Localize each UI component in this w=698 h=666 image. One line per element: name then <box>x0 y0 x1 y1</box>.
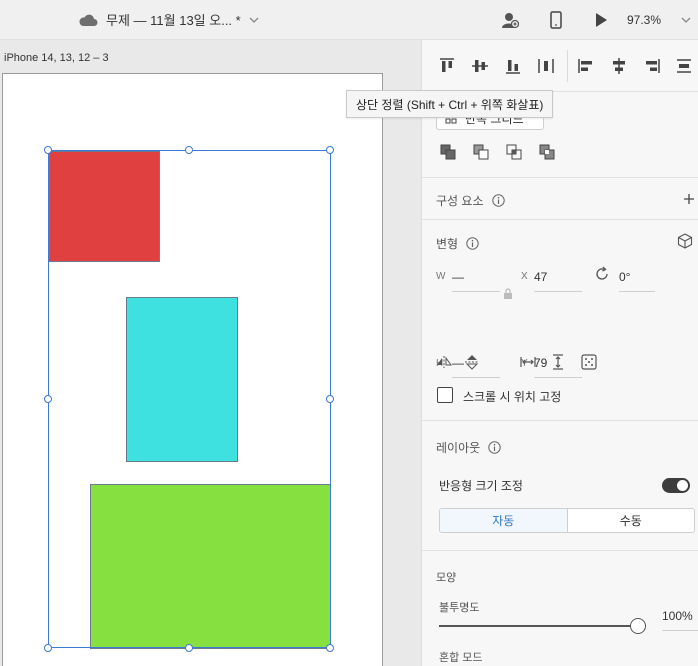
zoom-dropdown[interactable]: 97.3% <box>622 8 698 32</box>
layout-header: 레이아웃 <box>436 439 501 456</box>
appearance-title: 모양 <box>436 572 457 584</box>
layout-section: 레이아웃 반응형 크기 조정 자동 수동 <box>422 421 698 551</box>
top-bar: 무제 — 11월 13일 오... * 97.3% <box>0 0 698 40</box>
boolean-intersect-icon[interactable] <box>505 143 523 161</box>
boolean-exclude-icon[interactable] <box>538 143 556 161</box>
responsive-resize-label: 반응형 크기 조정 <box>439 479 523 493</box>
lock-aspect-icon[interactable] <box>499 285 517 303</box>
field-underline <box>452 377 500 378</box>
mode-auto-button[interactable]: 자동 <box>440 509 568 532</box>
align-left-icon[interactable] <box>575 56 597 76</box>
x-field[interactable]: 47 <box>534 270 547 284</box>
field-underline <box>534 377 582 378</box>
rotation-field[interactable]: 0° <box>619 270 630 284</box>
boolean-subtract-icon[interactable] <box>472 143 490 161</box>
document-title: 무제 — 11월 13일 오... * <box>106 13 241 28</box>
play-preview-icon[interactable] <box>590 9 612 31</box>
document-title-area[interactable]: 무제 — 11월 13일 오... * <box>78 10 259 29</box>
align-top-icon[interactable] <box>436 56 458 76</box>
info-icon[interactable] <box>488 441 501 454</box>
width-label: W <box>436 271 446 282</box>
x-label: X <box>521 271 528 282</box>
info-icon[interactable] <box>466 237 479 250</box>
resize-mode-segmented-control: 자동 수동 <box>439 508 695 533</box>
device-preview-icon[interactable] <box>545 9 567 31</box>
opacity-slider-track[interactable] <box>439 625 639 627</box>
width-field[interactable]: — <box>452 270 464 284</box>
align-top-tooltip: 상단 정렬 (Shift + Ctrl + 위쪽 화살표) <box>346 90 554 118</box>
share-user-icon[interactable] <box>499 9 521 31</box>
layout-title: 레이아웃 <box>436 441 481 455</box>
field-underline <box>534 291 582 292</box>
chevron-down-icon <box>681 17 691 23</box>
resize-handle-top-right[interactable] <box>326 146 334 154</box>
components-header: 구성 요소 <box>436 192 505 209</box>
field-underline <box>662 630 698 631</box>
opacity-value[interactable]: 100% <box>662 609 693 623</box>
appearance-section: 모양 불투명도 100% 혼합 모드 <box>422 551 698 666</box>
property-inspector: 반복 그리드 구성 요소 변형 W — X 47 0° — Y 79 스크롤 시… <box>421 40 698 666</box>
fit-all-icon[interactable] <box>580 353 598 371</box>
mode-manual-button[interactable]: 수동 <box>568 509 695 532</box>
resize-handle-bottom[interactable] <box>185 644 193 652</box>
resize-handle-top-left[interactable] <box>44 146 52 154</box>
boolean-add-icon[interactable] <box>439 143 457 161</box>
opacity-slider-thumb[interactable] <box>630 618 646 634</box>
transform-section: 변형 W — X 47 0° H — Y 79 <box>422 220 698 421</box>
info-icon[interactable] <box>491 194 505 207</box>
resize-handle-left[interactable] <box>44 395 52 403</box>
rotate-icon[interactable] <box>593 265 611 283</box>
responsive-resize-toggle[interactable] <box>662 478 690 493</box>
fix-position-checkbox[interactable] <box>437 387 453 403</box>
cloud-icon <box>79 14 98 26</box>
fit-height-icon[interactable] <box>549 353 567 371</box>
selection-bounding-box[interactable] <box>48 150 331 648</box>
add-component-icon[interactable] <box>680 190 698 208</box>
components-title: 구성 요소 <box>436 194 484 208</box>
field-underline <box>619 291 655 292</box>
flip-horizontal-icon[interactable] <box>435 353 453 371</box>
resize-handle-bottom-left[interactable] <box>44 644 52 652</box>
3d-transform-icon[interactable] <box>676 232 694 250</box>
distribute-horizontal-icon[interactable] <box>535 56 557 76</box>
align-bottom-icon[interactable] <box>502 56 524 76</box>
opacity-label: 불투명도 <box>439 602 480 614</box>
align-toolbar <box>422 40 698 92</box>
transform-title: 변형 <box>436 237 459 251</box>
fix-position-label: 스크롤 시 위치 고정 <box>463 390 562 404</box>
artboard-label[interactable]: iPhone 14, 13, 12 – 3 <box>4 52 109 64</box>
resize-handle-bottom-right[interactable] <box>326 644 334 652</box>
resize-handle-right[interactable] <box>326 395 334 403</box>
resize-handle-top[interactable] <box>185 146 193 154</box>
components-section: 구성 요소 <box>422 178 698 220</box>
align-middle-icon[interactable] <box>469 56 491 76</box>
blend-mode-label: 혼합 모드 <box>439 652 483 664</box>
flip-vertical-icon[interactable] <box>463 353 481 371</box>
field-underline <box>452 291 500 292</box>
zoom-value: 97.3% <box>627 13 662 27</box>
align-right-icon[interactable] <box>641 56 663 76</box>
fit-width-icon[interactable] <box>519 353 537 371</box>
divider <box>567 50 568 82</box>
transform-header: 변형 <box>436 235 479 252</box>
align-center-icon[interactable] <box>608 56 630 76</box>
distribute-vertical-icon[interactable] <box>673 56 695 76</box>
chevron-down-icon[interactable] <box>249 15 259 25</box>
